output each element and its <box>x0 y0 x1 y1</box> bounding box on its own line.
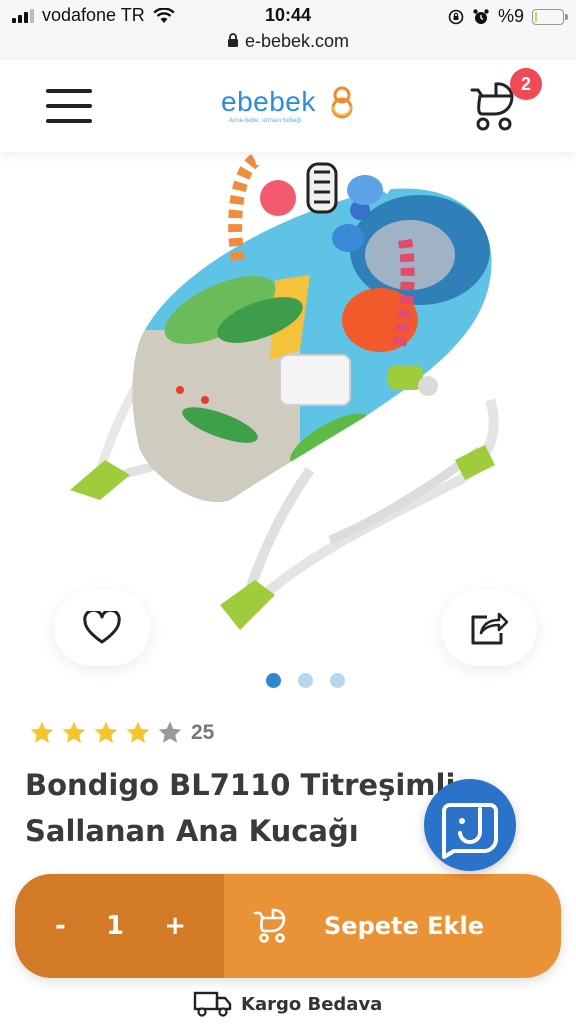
product-rating[interactable]: 25 <box>29 720 214 746</box>
url-text: e-bebek.com <box>244 31 350 51</box>
share-icon <box>471 612 509 645</box>
alarm-icon <box>473 8 489 24</box>
site-header: ebebek Anne-bebe, uzmanı bebeği <box>0 60 576 152</box>
product-title: Bondigo BL7110 Titreşimli Sallanan Ana K… <box>25 768 456 848</box>
lock-icon <box>227 33 238 47</box>
add-to-cart-bar: - 1 + Sepete Ekle <box>15 874 561 978</box>
star-icon <box>158 721 182 743</box>
favorite-button[interactable] <box>54 590 150 666</box>
quantity-stepper: - 1 + <box>15 874 224 978</box>
status-bar: vodafone TR 10:44 e-bebek.com %9 <box>0 0 576 60</box>
quantity-decrease-button[interactable]: - <box>55 911 66 941</box>
carousel-dot[interactable] <box>298 673 313 688</box>
carousel-dot[interactable] <box>266 673 281 688</box>
chat-smile-icon <box>442 803 498 859</box>
image-carousel-dots <box>266 673 345 688</box>
ebebek-logo[interactable]: ebebek Anne-bebe, uzmanı bebeği <box>221 82 361 132</box>
stroller-icon <box>253 908 286 943</box>
truck-icon <box>193 991 232 1017</box>
quantity-increase-button[interactable]: + <box>164 911 186 941</box>
star-icon <box>30 721 54 743</box>
share-button[interactable] <box>441 590 537 666</box>
heart-icon <box>83 611 121 644</box>
star-icon <box>126 721 150 743</box>
status-right: %9 <box>448 6 568 27</box>
star-icon <box>62 721 86 743</box>
shipping-label: Kargo Bedava <box>241 993 383 1015</box>
quantity-value[interactable]: 1 <box>106 911 124 941</box>
product-image[interactable] <box>60 150 520 650</box>
battery-percent: %9 <box>497 6 524 26</box>
free-shipping-info: Kargo Bedava <box>193 990 382 1018</box>
cart-count-badge: 2 <box>510 68 542 100</box>
carousel-dot[interactable] <box>330 673 345 688</box>
battery-icon <box>532 8 568 25</box>
menu-icon[interactable] <box>46 87 92 125</box>
logo-tagline: Anne-bebe, uzmanı bebeği <box>229 118 302 124</box>
rating-stars <box>29 720 189 746</box>
add-to-cart-button[interactable]: Sepete Ekle <box>224 874 561 978</box>
add-to-cart-label: Sepete Ekle <box>324 912 484 940</box>
live-chat-button[interactable] <box>424 779 516 871</box>
orientation-lock-icon <box>448 9 464 24</box>
address-bar[interactable]: e-bebek.com <box>0 31 576 52</box>
logo-mark-icon <box>331 86 353 119</box>
star-icon <box>94 721 118 743</box>
logo-text: ebebek <box>221 86 316 117</box>
review-count: 25 <box>191 721 215 744</box>
